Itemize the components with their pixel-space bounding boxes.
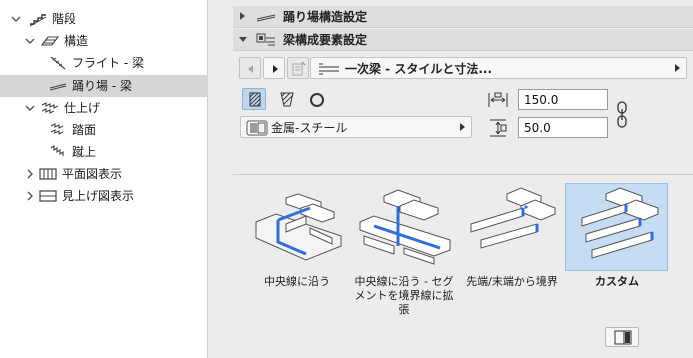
section-title: 梁構成要素設定	[283, 33, 368, 47]
finish-icon	[40, 100, 60, 116]
chevron-right-icon[interactable]	[24, 168, 36, 180]
chevron-right-icon[interactable]	[24, 190, 36, 202]
option-tile-edge-boundary[interactable]	[460, 183, 563, 271]
tree-item-label: 踊り場 - 梁	[72, 79, 132, 93]
tree-item-tread[interactable]: 踏面	[0, 119, 208, 141]
chevron-down-icon[interactable]	[24, 102, 36, 114]
width-dimension-icon	[486, 89, 510, 111]
profile-round-button[interactable]	[304, 88, 328, 110]
settings-panel: 踊り場構造設定 梁構成要素設定 一次梁 - スタイルと寸法... 金属-スチール…	[216, 0, 693, 358]
option-caption: 中央線に沿う - セグ メントを境界線に拡 張	[354, 275, 454, 316]
beam-style-dropdown[interactable]: 一次梁 - スタイルと寸法...	[310, 57, 687, 79]
section-beam-components[interactable]: 梁構成要素設定	[233, 29, 693, 51]
tree-item-label: 見上げ図表示	[62, 189, 135, 203]
collapse-arrow-icon[interactable]	[239, 37, 247, 42]
flight-beam-icon	[48, 55, 68, 71]
tree-item-label: フライト - 梁	[72, 56, 144, 70]
section-landing-structure[interactable]: 踊り場構造設定	[233, 6, 693, 28]
chevron-down-icon[interactable]	[24, 35, 36, 47]
style-toolbar: 一次梁 - スタイルと寸法...	[239, 57, 687, 79]
stair-icon	[28, 11, 48, 27]
tree-item-label: 平面図表示	[62, 167, 123, 181]
settings-tree: 階段 構造 フライト - 梁 踊り場 - 梁 仕上げ 踏面 蹴上 平面図表示 見…	[0, 0, 208, 358]
option-tile-custom[interactable]	[565, 183, 668, 271]
option-caption: 先端/末端から境界	[466, 275, 558, 288]
option-caption: 中央線に沿う	[264, 275, 330, 288]
tree-item-ceiling-plan[interactable]: 見上げ図表示	[0, 185, 208, 207]
ceiling-plan-icon	[38, 188, 58, 204]
material-label: 金属-スチール	[271, 121, 348, 135]
tread-icon	[48, 122, 68, 138]
beam-width-field[interactable]: 150.0	[518, 89, 608, 110]
beam-height-field[interactable]: 50.0	[518, 117, 608, 138]
material-dropdown[interactable]: 金属-スチール	[240, 116, 472, 138]
material-icon	[246, 120, 268, 139]
tree-item-finish[interactable]: 仕上げ	[0, 97, 208, 119]
tree-item-label: 階段	[52, 12, 77, 26]
tree-item-flight-beam[interactable]: フライト - 梁	[0, 52, 208, 74]
profile-tapered-button[interactable]	[274, 88, 298, 110]
chain-link-icon[interactable]	[616, 101, 628, 132]
tree-item-stair[interactable]: 階段	[0, 8, 208, 30]
tree-item-landing-beam[interactable]: 踊り場 - 梁	[0, 75, 208, 97]
height-dimension-icon	[486, 117, 510, 139]
dropdown-arrow-icon	[675, 64, 680, 72]
profile-rectangle-button[interactable]	[242, 88, 266, 110]
beam-style-icon	[317, 61, 341, 80]
option-caption: カスタム	[595, 275, 639, 288]
divider	[233, 174, 693, 175]
riser-icon	[48, 144, 68, 160]
previous-button[interactable]	[239, 57, 261, 79]
next-button[interactable]	[263, 57, 285, 79]
chevron-down-icon[interactable]	[10, 13, 22, 25]
section-title: 踊り場構造設定	[283, 10, 368, 24]
option-tile-centerline[interactable]	[245, 183, 348, 271]
dropdown-arrow-icon	[460, 123, 465, 131]
expand-arrow-icon[interactable]	[240, 12, 245, 20]
floor-plan-icon	[38, 166, 58, 182]
tree-item-label: 蹴上	[72, 145, 97, 159]
option-tile-centerline-extend[interactable]	[353, 183, 456, 271]
structure-icon	[40, 33, 60, 49]
tree-item-label: 仕上げ	[64, 101, 101, 115]
tree-item-floor-plan[interactable]: 平面図表示	[0, 163, 208, 185]
landing-beam-icon	[255, 9, 277, 25]
edit-button[interactable]	[287, 57, 309, 79]
tree-item-structure[interactable]: 構造	[0, 30, 208, 52]
beam-components-icon	[255, 32, 277, 48]
tree-item-label: 構造	[64, 34, 89, 48]
panel-layout-button[interactable]	[605, 327, 639, 347]
beam-style-label: 一次梁 - スタイルと寸法...	[345, 62, 493, 76]
landing-beam-icon	[48, 78, 68, 94]
tree-item-label: 踏面	[72, 123, 97, 137]
tree-item-riser[interactable]: 蹴上	[0, 141, 208, 163]
